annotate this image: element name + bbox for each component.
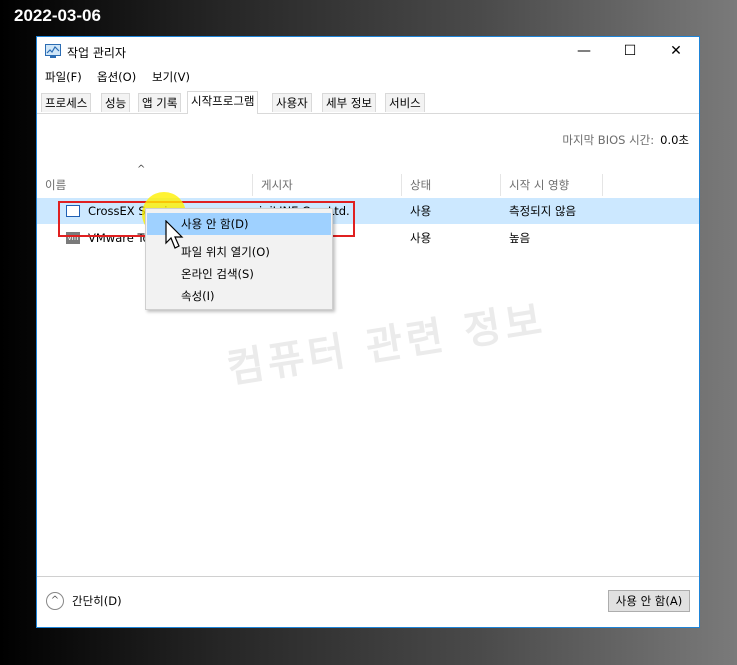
tab-users[interactable]: 사용자 <box>272 93 312 112</box>
menu-options[interactable]: 옵션(O) <box>97 69 136 85</box>
row-status: 사용 <box>410 231 432 245</box>
context-menu-properties[interactable]: 속성(I) <box>147 285 331 307</box>
tab-bar: 프로세스 성능 앱 기록 시작프로그램 사용자 세부 정보 서비스 <box>37 91 699 114</box>
tab-startup[interactable]: 시작프로그램 <box>187 91 259 114</box>
bios-time-label: 마지막 BIOS 시간: <box>562 133 655 147</box>
task-manager-icon <box>45 44 61 58</box>
tab-services[interactable]: 서비스 <box>385 93 425 112</box>
disable-button[interactable]: 사용 안 함(A) <box>608 590 690 612</box>
column-header-name[interactable]: 이름 <box>37 174 253 196</box>
minimize-button[interactable]: — <box>561 37 607 66</box>
column-header-publisher[interactable]: 게시자 <box>253 174 402 196</box>
close-button[interactable]: ✕ <box>653 37 699 66</box>
maximize-button[interactable]: ☐ <box>607 37 653 66</box>
column-header-status[interactable]: 상태 <box>402 174 501 196</box>
menu-bar: 파일(F) 옵션(O) 보기(V) <box>37 67 699 87</box>
menu-view[interactable]: 보기(V) <box>152 69 190 85</box>
menu-file[interactable]: 파일(F) <box>45 69 82 85</box>
bios-time-value: 0.0초 <box>660 133 689 147</box>
table-header: 이름 게시자 상태 시작 시 영향 <box>37 174 699 196</box>
title-bar: 작업 관리자 — ☐ ✕ <box>37 37 699 66</box>
chevron-up-icon[interactable]: ^ <box>46 592 64 610</box>
tab-app-history[interactable]: 앱 기록 <box>138 93 182 112</box>
row-impact: 측정되지 않음 <box>509 204 577 218</box>
tab-processes[interactable]: 프로세스 <box>41 93 92 112</box>
mouse-cursor-icon <box>165 220 184 249</box>
window-title: 작업 관리자 <box>67 46 127 60</box>
bios-time: 마지막 BIOS 시간: 0.0초 <box>562 132 689 148</box>
task-manager-window: 작업 관리자 — ☐ ✕ 파일(F) 옵션(O) 보기(V) 프로세스 성능 앱… <box>36 36 700 628</box>
tab-performance[interactable]: 성능 <box>101 93 131 112</box>
date-stamp: 2022-03-06 <box>14 6 101 25</box>
row-status: 사용 <box>410 204 432 218</box>
row-impact: 높음 <box>509 231 531 245</box>
footer: ^ 간단히(D) 사용 안 함(A) <box>37 576 699 627</box>
tab-details[interactable]: 세부 정보 <box>322 93 376 112</box>
fewer-details-link[interactable]: 간단히(D) <box>72 593 122 609</box>
context-menu-search-online[interactable]: 온라인 검색(S) <box>147 263 331 285</box>
column-header-impact[interactable]: 시작 시 영향 <box>501 174 603 196</box>
